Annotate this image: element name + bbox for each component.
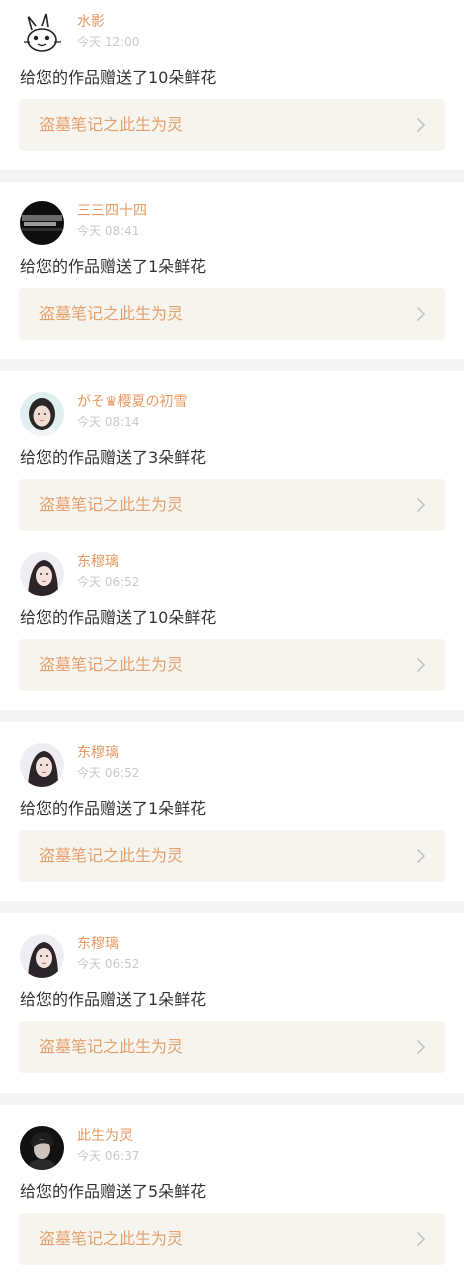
user-avatar[interactable] [20,392,64,436]
timestamp: 今天 06:37 [77,1149,140,1163]
user-avatar[interactable] [20,12,64,56]
dark-photo-avatar-icon [20,201,64,245]
work-title: 盗墓笔记之此生为灵 [39,495,184,514]
username[interactable]: 此生为灵 [77,1127,133,1145]
item-separator [0,901,464,913]
girl-portrait-avatar-icon [20,392,64,436]
work-link[interactable]: 盗墓笔记之此生为灵 [19,639,445,691]
gift-message: 给您的作品赠送了5朵鲜花 [20,1182,207,1201]
item-separator [0,1093,464,1105]
username[interactable]: 东穆璃 [77,553,119,571]
chevron-right-icon [414,1040,428,1054]
woman-portrait-avatar-icon [20,743,64,787]
notification-item: 此生为灵 今天 06:37 给您的作品赠送了5朵鲜花 盗墓笔记之此生为灵 [0,1126,464,1272]
chevron-right-icon [414,658,428,672]
username[interactable]: 东穆璃 [77,935,119,953]
woman-portrait-avatar-icon [20,934,64,978]
gift-message: 给您的作品赠送了10朵鲜花 [20,608,217,627]
timestamp: 今天 06:52 [77,766,140,780]
work-link[interactable]: 盗墓笔记之此生为灵 [19,1213,445,1265]
username[interactable]: 水影 [77,13,105,31]
work-title: 盗墓笔记之此生为灵 [39,655,184,674]
item-separator [0,359,464,371]
chevron-right-icon [414,849,428,863]
gift-notification-feed: 水影 今天 12:00 给您的作品赠送了10朵鲜花 盗墓笔记之此生为灵 三三四十… [0,0,464,1280]
chevron-right-icon [414,498,428,512]
chevron-right-icon [414,1232,428,1246]
notification-item: がそ♛樱夏の初雪 今天 08:14 给您的作品赠送了3朵鲜花 盗墓笔记之此生为灵 [0,392,464,538]
item-separator [0,710,464,722]
gift-message: 给您的作品赠送了1朵鲜花 [20,257,207,276]
user-avatar[interactable] [20,552,64,596]
woman-portrait-avatar-icon [20,552,64,596]
username[interactable]: 东穆璃 [77,744,119,762]
gift-message: 给您的作品赠送了1朵鲜花 [20,799,207,818]
gift-message: 给您的作品赠送了10朵鲜花 [20,68,217,87]
timestamp: 今天 06:52 [77,575,140,589]
notification-item: 水影 今天 12:00 给您的作品赠送了10朵鲜花 盗墓笔记之此生为灵 [0,12,464,158]
timestamp: 今天 08:14 [77,415,140,429]
notification-item: 东穆璃 今天 06:52 给您的作品赠送了1朵鲜花 盗墓笔记之此生为灵 [0,934,464,1080]
notification-item: 三三四十四 今天 08:41 给您的作品赠送了1朵鲜花 盗墓笔记之此生为灵 [0,201,464,347]
user-avatar[interactable] [20,201,64,245]
work-title: 盗墓笔记之此生为灵 [39,304,184,323]
work-link[interactable]: 盗墓笔记之此生为灵 [19,288,445,340]
work-link[interactable]: 盗墓笔记之此生为灵 [19,479,445,531]
work-link[interactable]: 盗墓笔记之此生为灵 [19,1021,445,1073]
chevron-right-icon [414,118,428,132]
chevron-right-icon [414,307,428,321]
work-title: 盗墓笔记之此生为灵 [39,846,184,865]
notification-item: 东穆璃 今天 06:52 给您的作品赠送了10朵鲜花 盗墓笔记之此生为灵 [0,552,464,698]
work-title: 盗墓笔记之此生为灵 [39,1229,184,1248]
man-portrait-avatar-icon [20,1126,64,1170]
rabbit-doodle-avatar-icon [20,12,64,56]
gift-message: 给您的作品赠送了1朵鲜花 [20,990,207,1009]
notification-item: 东穆璃 今天 06:52 给您的作品赠送了1朵鲜花 盗墓笔记之此生为灵 [0,743,464,889]
work-link[interactable]: 盗墓笔记之此生为灵 [19,99,445,151]
gift-message: 给您的作品赠送了3朵鲜花 [20,448,207,467]
item-separator [0,170,464,182]
username[interactable]: 三三四十四 [77,202,147,220]
user-avatar[interactable] [20,743,64,787]
work-link[interactable]: 盗墓笔记之此生为灵 [19,830,445,882]
timestamp: 今天 08:41 [77,224,140,238]
work-title: 盗墓笔记之此生为灵 [39,1037,184,1056]
timestamp: 今天 06:52 [77,957,140,971]
work-title: 盗墓笔记之此生为灵 [39,115,184,134]
username[interactable]: がそ♛樱夏の初雪 [77,393,188,411]
user-avatar[interactable] [20,1126,64,1170]
timestamp: 今天 12:00 [77,35,140,49]
user-avatar[interactable] [20,934,64,978]
